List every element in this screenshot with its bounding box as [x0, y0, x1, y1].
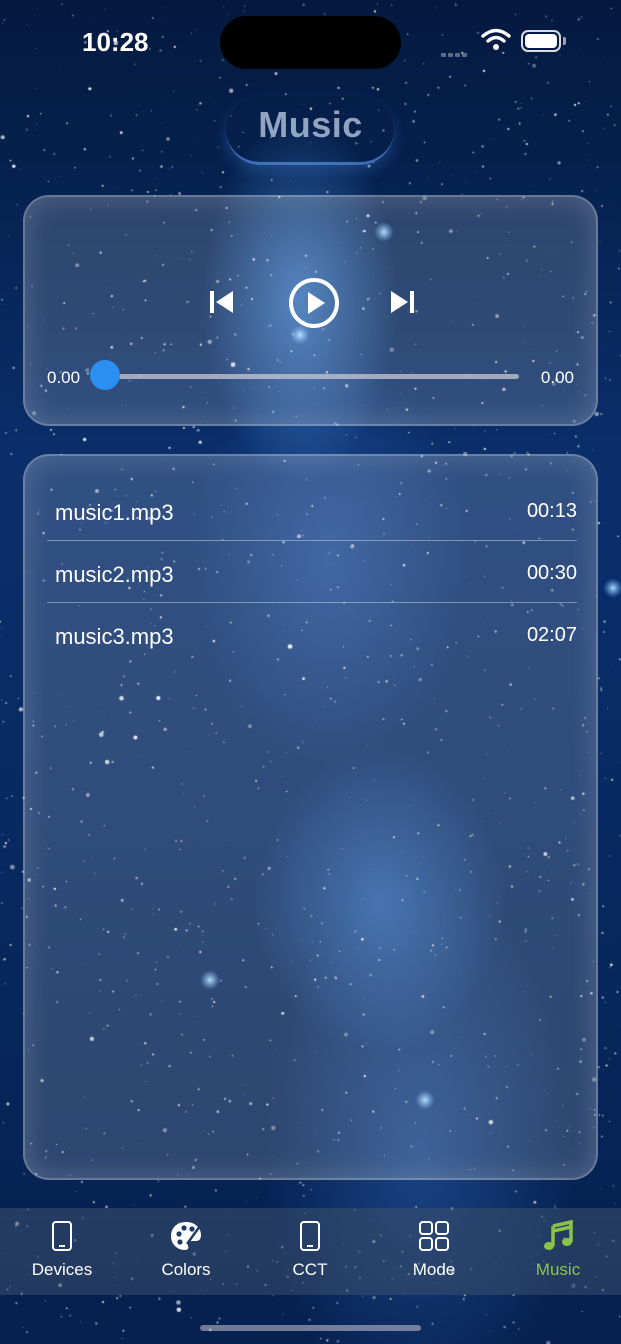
home-indicator: [200, 1325, 421, 1331]
tab-bar: Devices Colors CCT Mode Music: [0, 1208, 621, 1295]
song-name: music3.mp3: [55, 624, 174, 649]
battery-icon: [521, 30, 561, 52]
tab-cct[interactable]: CCT: [248, 1208, 372, 1295]
tab-label: Colors: [161, 1260, 211, 1279]
player-panel: 0.00 0.00: [23, 195, 598, 426]
list-item[interactable]: music2.mp3 00:30: [47, 540, 577, 602]
tab-devices[interactable]: Devices: [0, 1208, 124, 1295]
play-button-icon[interactable]: [288, 277, 340, 329]
tab-label: CCT: [292, 1260, 328, 1279]
wifi-icon: [481, 28, 511, 50]
palette-icon: [171, 1222, 201, 1250]
tab-mode[interactable]: Mode: [372, 1208, 496, 1295]
song-duration: 02:07: [526, 624, 577, 646]
playlist-panel: music1.mp3 00:13 music2.mp3 00:30 music3…: [23, 454, 598, 1180]
tab-label: Mode: [412, 1260, 456, 1279]
status-time: 10:28: [82, 27, 149, 57]
page-title: Music: [258, 104, 363, 145]
song-name: music2.mp3: [55, 562, 174, 587]
song-duration: 00:30: [526, 562, 577, 584]
total-time: 0.00: [540, 368, 574, 387]
next-track-icon[interactable]: [389, 289, 415, 315]
list-item[interactable]: music1.mp3 00:13: [47, 478, 577, 540]
music-note-icon: [544, 1220, 573, 1250]
dynamic-island: [220, 16, 401, 69]
song-duration: 00:13: [526, 500, 577, 522]
battery-tip: [563, 37, 566, 45]
song-name: music1.mp3: [55, 500, 174, 525]
progress-slider-thumb[interactable]: [90, 360, 120, 390]
current-time: 0.00: [47, 368, 81, 387]
previous-track-icon[interactable]: [209, 289, 235, 315]
tab-label: Music: [535, 1260, 581, 1279]
tab-colors[interactable]: Colors: [124, 1208, 248, 1295]
phone-icon: [52, 1221, 72, 1251]
grid-icon: [419, 1221, 449, 1251]
phone-icon: [300, 1221, 320, 1251]
list-item[interactable]: music3.mp3 02:07: [47, 602, 577, 664]
cellular-signal-icon: [441, 44, 469, 62]
tab-label: Devices: [31, 1260, 93, 1279]
progress-slider-track[interactable]: [105, 374, 519, 379]
tab-music[interactable]: Music: [496, 1208, 620, 1295]
